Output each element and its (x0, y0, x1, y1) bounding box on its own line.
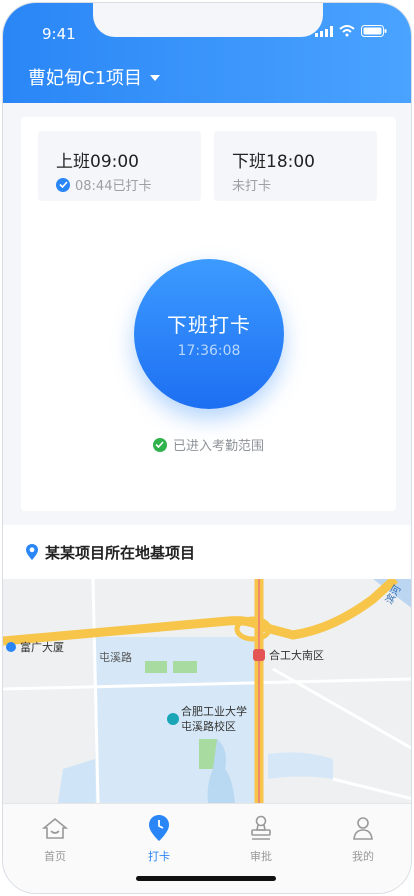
battery-icon (361, 25, 387, 37)
map-label-campus-2: 屯溪路校区 (181, 719, 236, 733)
green-patch (173, 661, 197, 673)
on-duty-box: 上班09:00 08:44已打卡 (38, 131, 201, 201)
map-label-road: 屯溪路 (99, 651, 132, 664)
punch-button[interactable]: 下班打卡 17:36:08 (134, 259, 284, 409)
tab-home[interactable]: 首页 (25, 814, 85, 864)
check-icon (56, 177, 70, 192)
map-label-campus-1: 合肥工业大学 (181, 704, 247, 718)
app-header: 9:41 曹妃甸C1项目 (3, 3, 411, 103)
metro-icon (253, 649, 265, 661)
wifi-icon (339, 25, 355, 37)
tab-mine-label: 我的 (352, 850, 374, 863)
on-duty-status: 08:44已打卡 (56, 175, 151, 194)
green-patch (145, 661, 167, 673)
tab-home-label: 首页 (44, 850, 66, 863)
off-duty-status: 未打卡 (232, 175, 271, 194)
range-status: 已进入考勤范围 (21, 435, 396, 454)
status-bar: 9:41 (3, 3, 411, 47)
off-duty-status-text: 未打卡 (232, 179, 272, 194)
map-label-building: 富广大厦 (20, 640, 64, 654)
user-icon (353, 817, 373, 840)
status-icons (315, 25, 387, 37)
notch (93, 3, 323, 37)
map-label-metro: 合工大南区 (269, 648, 324, 662)
stamp-icon (251, 815, 271, 840)
status-time: 9:41 (42, 25, 76, 43)
phone-frame: 9:41 曹妃甸C1项目 上班09:00 08:44已打卡 下班18:00 未打… (2, 2, 412, 894)
tab-punch[interactable]: 打卡 (129, 814, 189, 864)
punch-time: 17:36:08 (177, 343, 241, 359)
tab-mine[interactable]: 我的 (333, 814, 393, 864)
home-icon (42, 817, 68, 839)
university-pin-icon (167, 713, 179, 725)
on-duty-title: 上班09:00 (56, 152, 139, 172)
tab-approval-label: 审批 (250, 850, 272, 863)
project-selector[interactable]: 曹妃甸C1项目 (28, 64, 161, 90)
location-text: 某某项目所在地基项目 (45, 543, 196, 562)
attendance-card: 上班09:00 08:44已打卡 下班18:00 未打卡 下班打卡 17:36:… (21, 117, 396, 511)
map-view[interactable]: 富广大厦 屯溪路 合工大南区 合肥工业大学 屯溪路校区 滨河 (3, 579, 411, 803)
signal-icon (315, 25, 333, 37)
caret-down-icon (150, 75, 161, 81)
range-status-text: 已进入考勤范围 (172, 439, 264, 454)
location-pin-icon (26, 544, 38, 560)
project-name: 曹妃甸C1项目 (28, 68, 143, 89)
tab-approval[interactable]: 审批 (231, 814, 291, 864)
water-area (268, 752, 333, 779)
location-bar: 某某项目所在地基项目 (3, 525, 411, 579)
punch-label: 下班打卡 (167, 313, 251, 337)
location-pin-icon (149, 815, 169, 841)
home-indicator (136, 876, 276, 881)
off-duty-title: 下班18:00 (232, 152, 315, 172)
poi-marker (6, 642, 16, 652)
off-duty-box: 下班18:00 未打卡 (214, 131, 377, 201)
map-canvas: 富广大厦 屯溪路 合工大南区 合肥工业大学 屯溪路校区 滨河 (3, 579, 411, 803)
on-duty-status-text: 08:44已打卡 (75, 179, 152, 194)
tab-punch-label: 打卡 (148, 850, 170, 863)
check-circle-icon (152, 437, 167, 452)
